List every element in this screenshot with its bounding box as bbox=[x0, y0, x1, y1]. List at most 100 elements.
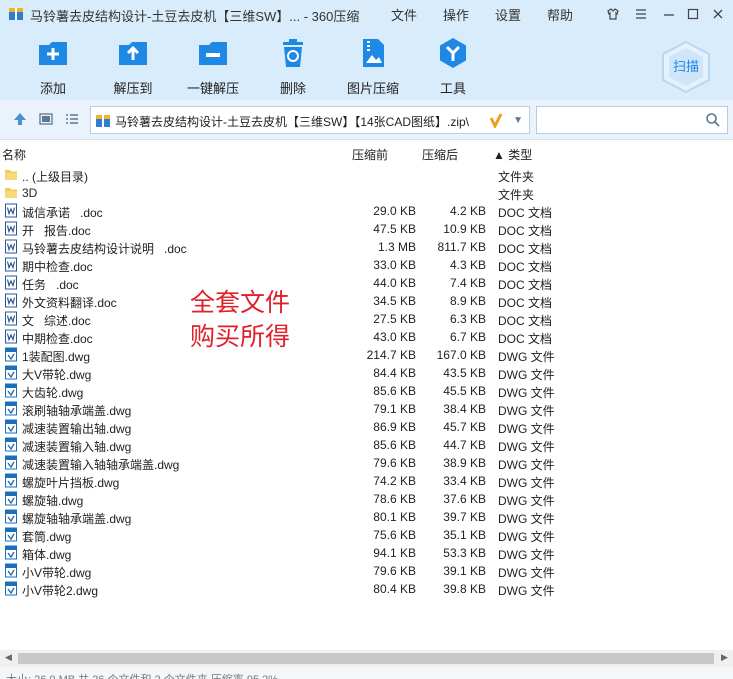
scroll-right-icon[interactable]: ▶ bbox=[721, 652, 728, 663]
dwg-file-icon bbox=[5, 455, 17, 470]
menu-help[interactable]: 帮助 bbox=[547, 5, 573, 24]
close-icon[interactable] bbox=[708, 5, 728, 23]
doc-file-icon bbox=[5, 275, 17, 290]
file-name: 螺旋叶片挡板.dwg bbox=[22, 476, 120, 490]
file-name: 大齿轮.dwg bbox=[22, 386, 84, 400]
file-size-after: 35.1 KB bbox=[443, 528, 486, 542]
file-row[interactable]: 减速装置输入轴轴承端盖.dwg 79.6 KB 38.9 KB DWG 文件 bbox=[0, 454, 733, 472]
file-name: 期中检查.doc bbox=[22, 260, 93, 274]
file-size-after: 7.4 KB bbox=[449, 276, 486, 290]
skin-icon[interactable] bbox=[603, 5, 623, 23]
file-size-after: 45.7 KB bbox=[443, 420, 486, 434]
horizontal-scrollbar[interactable]: ◀ ▶ bbox=[0, 650, 733, 667]
file-type: DWG 文件 bbox=[498, 476, 555, 490]
file-name: 减速装置输入轴轴承端盖.dwg bbox=[22, 458, 180, 472]
file-size-after: 6.7 KB bbox=[449, 330, 486, 344]
file-row[interactable]: 马铃薯去皮结构设计说明 .doc 1.3 MB 811.7 KB DOC 文档 bbox=[0, 238, 733, 256]
scrollbar-thumb[interactable] bbox=[18, 653, 714, 664]
file-row[interactable]: 箱体.dwg 94.1 KB 53.3 KB DWG 文件 bbox=[0, 544, 733, 562]
scan-button[interactable]: 扫描 bbox=[660, 40, 712, 94]
doc-file-icon bbox=[5, 293, 17, 308]
thumbnail-view-icon[interactable] bbox=[38, 111, 54, 127]
dwg-file-icon bbox=[5, 563, 17, 578]
file-type: DOC 文档 bbox=[498, 242, 553, 256]
file-row[interactable]: 大齿轮.dwg 85.6 KB 45.5 KB DWG 文件 bbox=[0, 382, 733, 400]
doc-file-icon bbox=[5, 203, 17, 218]
file-type: DWG 文件 bbox=[498, 566, 555, 580]
file-row[interactable]: 减速装置输入轴.dwg 85.6 KB 44.7 KB DWG 文件 bbox=[0, 436, 733, 454]
minimize-icon[interactable] bbox=[659, 5, 679, 23]
file-size-after: 39.8 KB bbox=[443, 582, 486, 596]
tools-button[interactable]: 工具 bbox=[418, 36, 488, 97]
search-icon[interactable] bbox=[705, 112, 721, 128]
file-size-after: 43.5 KB bbox=[443, 366, 486, 380]
menu-settings[interactable]: 设置 bbox=[495, 5, 521, 24]
path-field[interactable]: 马铃薯去皮结构设计-土豆去皮机【三维SW】【14张CAD图纸】.zip\ ▼ bbox=[90, 106, 530, 134]
file-size-after: 167.0 KB bbox=[436, 348, 486, 362]
file-row[interactable]: 诚信承诺 .doc 29.0 KB 4.2 KB DOC 文档 bbox=[0, 202, 733, 220]
up-arrow-icon[interactable] bbox=[12, 111, 28, 127]
file-type: DWG 文件 bbox=[498, 494, 555, 508]
menu-file[interactable]: 文件 bbox=[391, 5, 417, 24]
path-dropdown-icon[interactable]: ▼ bbox=[513, 115, 523, 126]
file-row[interactable]: 滚刷轴轴承端盖.dwg 79.1 KB 38.4 KB DWG 文件 bbox=[0, 400, 733, 418]
file-row[interactable]: 3D 文件夹 bbox=[0, 184, 733, 202]
add-button[interactable]: 添加 bbox=[18, 36, 88, 97]
file-row[interactable]: 螺旋轴轴承端盖.dwg 80.1 KB 39.7 KB DWG 文件 bbox=[0, 508, 733, 526]
file-type: DWG 文件 bbox=[498, 548, 555, 562]
dwg-file-icon bbox=[5, 491, 17, 506]
file-name: 任务 .doc bbox=[22, 278, 79, 292]
file-row[interactable]: 螺旋叶片挡板.dwg 74.2 KB 33.4 KB DWG 文件 bbox=[0, 472, 733, 490]
dwg-file-icon bbox=[5, 401, 17, 416]
overlay-watermark: 全套文件 购买所得 bbox=[190, 286, 290, 354]
file-row[interactable]: 中期检查.doc 43.0 KB 6.7 KB DOC 文档 bbox=[0, 328, 733, 346]
list-view-icon[interactable] bbox=[64, 111, 80, 127]
file-row[interactable]: 任务 .doc 44.0 KB 7.4 KB DOC 文档 bbox=[0, 274, 733, 292]
overlay-line-1: 全套文件 bbox=[190, 288, 291, 317]
column-name[interactable]: 名称 bbox=[2, 146, 26, 163]
dwg-file-icon bbox=[5, 365, 17, 380]
file-row[interactable]: 小V带轮2.dwg 80.4 KB 39.8 KB DWG 文件 bbox=[0, 580, 733, 598]
doc-file-icon bbox=[5, 239, 17, 254]
search-input[interactable] bbox=[536, 106, 728, 134]
column-size-before[interactable]: 压缩前 bbox=[352, 146, 388, 163]
scroll-left-icon[interactable]: ◀ bbox=[5, 652, 12, 663]
delete-button[interactable]: 删除 bbox=[258, 36, 328, 97]
dwg-file-icon bbox=[5, 581, 17, 596]
file-type: DOC 文档 bbox=[498, 314, 553, 328]
file-size-after: 811.7 KB bbox=[437, 240, 486, 254]
file-row[interactable]: 减速装置输出轴.dwg 86.9 KB 45.7 KB DWG 文件 bbox=[0, 418, 733, 436]
file-row[interactable]: 套筒.dwg 75.6 KB 35.1 KB DWG 文件 bbox=[0, 526, 733, 544]
file-name: 小V带轮2.dwg bbox=[22, 584, 99, 598]
dwg-file-icon bbox=[5, 437, 17, 452]
dwg-file-icon bbox=[5, 347, 17, 362]
file-row[interactable]: 螺旋轴.dwg 78.6 KB 37.6 KB DWG 文件 bbox=[0, 490, 733, 508]
image-compress-button[interactable]: 图片压缩 bbox=[338, 36, 408, 97]
file-name: 滚刷轴轴承端盖.dwg bbox=[22, 404, 132, 418]
file-type: 文件夹 bbox=[498, 170, 535, 184]
file-name: 大V带轮.dwg bbox=[22, 368, 92, 382]
column-size-after[interactable]: 压缩后 bbox=[422, 146, 458, 163]
file-name: 小V带轮.dwg bbox=[22, 566, 92, 580]
file-row[interactable]: 期中检查.doc 33.0 KB 4.3 KB DOC 文档 bbox=[0, 256, 733, 274]
menu-operate[interactable]: 操作 bbox=[443, 5, 469, 24]
one-click-extract-label: 一键解压 bbox=[186, 81, 239, 96]
extract-to-button[interactable]: 解压到 bbox=[98, 36, 168, 97]
file-row[interactable]: 1装配图.dwg 214.7 KB 167.0 KB DWG 文件 bbox=[0, 346, 733, 364]
dwg-file-icon bbox=[5, 545, 17, 560]
file-row[interactable]: .. (上级目录) 文件夹 bbox=[0, 166, 733, 184]
file-row[interactable]: 文 综述.doc 27.5 KB 6.3 KB DOC 文档 bbox=[0, 310, 733, 328]
one-click-extract-button[interactable]: 一键解压 bbox=[178, 36, 248, 97]
title-bar: 马铃薯去皮结构设计-土豆去皮机【三维SW】... - 360压缩 文件 操作 设… bbox=[0, 0, 733, 28]
file-row[interactable]: 小V带轮.dwg 79.6 KB 39.1 KB DWG 文件 bbox=[0, 562, 733, 580]
column-type[interactable]: ▲ 类型 bbox=[493, 146, 532, 163]
file-size-after: 33.4 KB bbox=[443, 474, 486, 488]
file-name: 减速装置输出轴.dwg bbox=[22, 422, 132, 436]
file-row[interactable]: 大V带轮.dwg 84.4 KB 43.5 KB DWG 文件 bbox=[0, 364, 733, 382]
file-row[interactable]: 外文资料翻译.doc 34.5 KB 8.9 KB DOC 文档 bbox=[0, 292, 733, 310]
maximize-icon[interactable] bbox=[683, 5, 703, 23]
file-row[interactable]: 开 报告.doc 47.5 KB 10.9 KB DOC 文档 bbox=[0, 220, 733, 238]
menu-list-icon[interactable] bbox=[631, 5, 651, 23]
file-size-after: 39.1 KB bbox=[443, 564, 486, 578]
address-bar: 马铃薯去皮结构设计-土豆去皮机【三维SW】【14张CAD图纸】.zip\ ▼ bbox=[0, 100, 733, 140]
